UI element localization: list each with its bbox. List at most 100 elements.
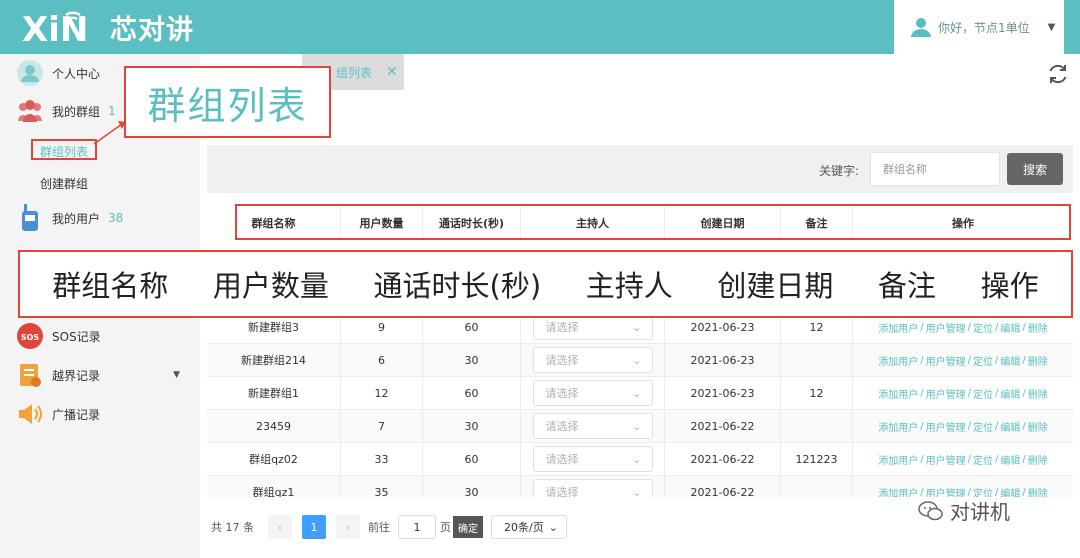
add-user-link[interactable]: 添加用户 xyxy=(878,353,918,368)
annotation-title-callout: 群组列表 xyxy=(124,66,331,138)
cell-call-duration: 60 xyxy=(423,443,521,475)
delete-link[interactable]: 删除 xyxy=(1028,452,1048,467)
table-row: 23459 7 30 请选择 ⌄ 2021-06-22 添加用户 / 用户管理 / 定位 /… xyxy=(207,410,1073,443)
total-count: 共 17 条 xyxy=(211,521,254,534)
cell-host: 请选择 ⌄ xyxy=(521,377,665,409)
host-select[interactable]: 请选择 ⌄ xyxy=(532,347,653,373)
edit-link[interactable]: 编辑 xyxy=(1000,353,1020,368)
add-user-link[interactable]: 添加用户 xyxy=(878,320,918,335)
chevron-down-icon: ⌄ xyxy=(632,452,642,466)
next-page-button[interactable]: › xyxy=(336,515,360,539)
search-bar: 关键字: 搜索 xyxy=(207,145,1073,193)
sidebar-item-my-users[interactable]: 我的用户 38 xyxy=(0,199,200,237)
sidebar-item-label: 个人中心 xyxy=(52,66,101,81)
chevron-down-icon: ⌄ xyxy=(632,353,642,367)
host-select[interactable]: 请选择 ⌄ xyxy=(532,413,653,439)
cell-host: 请选择 ⌄ xyxy=(521,410,665,442)
sidebar-item-sos-records[interactable]: SOS SOS记录 xyxy=(0,317,200,355)
top-header: XiN 芯对讲 你好，节点1单位 ▼ xyxy=(0,0,1080,54)
delete-link[interactable]: 删除 xyxy=(1028,386,1048,401)
annotation-highlight-subitem xyxy=(31,139,97,160)
host-select[interactable]: 请选择 ⌄ xyxy=(532,446,653,472)
locate-link[interactable]: 定位 xyxy=(973,353,993,368)
delete-link[interactable]: 删除 xyxy=(1028,419,1048,434)
logo-chinese-text: 芯对讲 xyxy=(110,14,194,46)
cell-create-date: 2021-06-22 xyxy=(665,476,781,497)
sidebar-item-boundary-records[interactable]: 越界记录 ▼ xyxy=(0,356,200,394)
user-avatar-icon xyxy=(16,59,44,87)
user-icon xyxy=(911,18,931,37)
group-count-badge: 1 xyxy=(108,104,116,118)
cell-actions: 添加用户 / 用户管理 / 定位 / 编辑 / 删除 xyxy=(878,452,1048,467)
annotation-column-banner: 群组名称 用户数量 通话时长(秒) 主持人 创建日期 备注 操作 xyxy=(18,250,1073,318)
cell-user-count: 7 xyxy=(341,410,423,442)
watermark-text: 对讲机 xyxy=(950,500,1010,524)
host-select[interactable]: 请选择 ⌄ xyxy=(532,380,653,406)
chevron-down-icon: ⌄ xyxy=(632,386,642,400)
sidebar-item-broadcast-records[interactable]: 广播记录 xyxy=(0,395,200,433)
geofence-icon xyxy=(16,361,44,389)
cell-create-date: 2021-06-22 xyxy=(665,410,781,442)
add-user-link[interactable]: 添加用户 xyxy=(878,452,918,467)
prev-page-button[interactable]: ‹ xyxy=(268,515,292,539)
locate-link[interactable]: 定位 xyxy=(973,419,993,434)
delete-link[interactable]: 删除 xyxy=(1028,485,1048,498)
cell-call-duration: 30 xyxy=(423,476,521,497)
user-manage-link[interactable]: 用户管理 xyxy=(926,320,966,335)
group-name-search-input[interactable] xyxy=(870,152,1000,186)
add-user-link[interactable]: 添加用户 xyxy=(878,485,918,498)
add-user-link[interactable]: 添加用户 xyxy=(878,419,918,434)
cell-group-name: 新建群组1 xyxy=(207,377,341,409)
cell-group-name: 23459 xyxy=(207,410,341,442)
user-manage-link[interactable]: 用户管理 xyxy=(926,353,966,368)
user-manage-link[interactable]: 用户管理 xyxy=(926,452,966,467)
cell-note: 121223 xyxy=(781,443,853,475)
goto-page-input[interactable]: 1 xyxy=(398,515,436,539)
host-select-placeholder: 请选择 xyxy=(545,420,579,433)
cell-create-date: 2021-06-22 xyxy=(665,443,781,475)
chevron-down-icon: ⌄ xyxy=(632,419,642,433)
cell-create-date: 2021-06-23 xyxy=(665,377,781,409)
sidebar-subitem-create-group[interactable]: 创建群组 xyxy=(40,175,88,192)
page-number-button[interactable]: 1 xyxy=(302,515,326,539)
cell-host: 请选择 ⌄ xyxy=(521,476,665,497)
user-menu[interactable]: 你好，节点1单位 ▼ xyxy=(894,0,1064,54)
table-row: 新建群组214 6 30 请选择 ⌄ 2021-06-23 添加用户 / 用户管理 / 定… xyxy=(207,344,1073,377)
add-user-link[interactable]: 添加用户 xyxy=(878,386,918,401)
delete-link[interactable]: 删除 xyxy=(1028,353,1048,368)
table-row: 群组qz02 33 60 请选择 ⌄ 2021-06-22 121223 添加用户… xyxy=(207,443,1073,476)
edit-link[interactable]: 编辑 xyxy=(1000,320,1020,335)
cell-actions: 添加用户 / 用户管理 / 定位 / 编辑 / 删除 xyxy=(853,476,1073,498)
refresh-icon[interactable] xyxy=(1046,62,1070,86)
cell-user-count: 6 xyxy=(341,344,423,376)
user-manage-link[interactable]: 用户管理 xyxy=(926,419,966,434)
banner-label: 主持人 xyxy=(585,269,673,303)
chevron-down-icon: ▼ xyxy=(1047,21,1056,33)
cell-note xyxy=(781,476,853,497)
pagination: 共 17 条 ‹ 1 › 前往 1 页 确定 20条/页 ⌄ xyxy=(211,515,567,539)
keyword-label: 关键字: xyxy=(819,164,860,178)
watermark: 对讲机 xyxy=(918,496,1010,525)
close-icon[interactable]: ✕ xyxy=(386,64,398,80)
banner-label: 群组名称 xyxy=(52,269,169,303)
search-button[interactable]: 搜索 xyxy=(1007,153,1063,185)
edit-link[interactable]: 编辑 xyxy=(1000,386,1020,401)
delete-link[interactable]: 删除 xyxy=(1028,320,1048,335)
brand-logo: XiN 芯对讲 xyxy=(22,6,194,48)
sidebar-item-label: 越界记录 xyxy=(52,368,101,383)
sidebar-item-label: SOS记录 xyxy=(52,329,101,344)
locate-link[interactable]: 定位 xyxy=(973,452,993,467)
user-manage-link[interactable]: 用户管理 xyxy=(926,386,966,401)
locate-link[interactable]: 定位 xyxy=(973,386,993,401)
edit-link[interactable]: 编辑 xyxy=(1000,419,1020,434)
host-select[interactable]: 请选择 ⌄ xyxy=(532,479,653,497)
walkie-talkie-icon xyxy=(16,204,44,232)
page-size-select[interactable]: 20条/页 ⌄ xyxy=(491,515,567,539)
confirm-button[interactable]: 确定 xyxy=(453,516,483,538)
sidebar-item-label: 广播记录 xyxy=(52,407,101,422)
group-icon xyxy=(16,97,44,125)
host-select-placeholder: 请选择 xyxy=(545,486,579,497)
cell-call-duration: 30 xyxy=(423,344,521,376)
edit-link[interactable]: 编辑 xyxy=(1000,452,1020,467)
locate-link[interactable]: 定位 xyxy=(973,320,993,335)
